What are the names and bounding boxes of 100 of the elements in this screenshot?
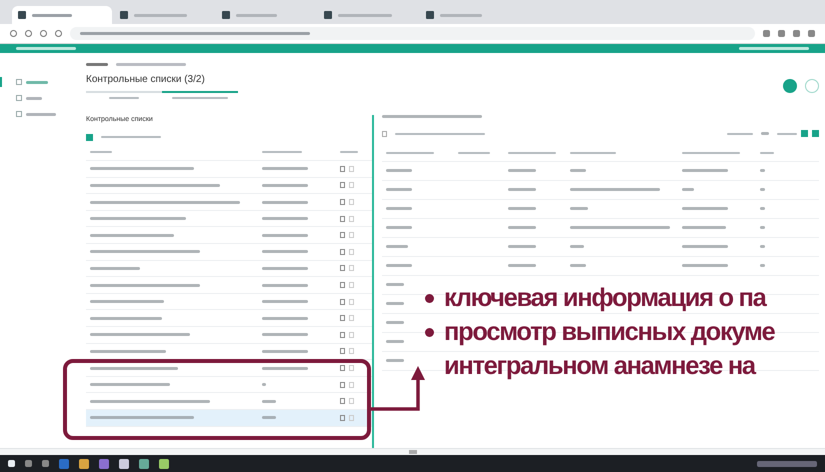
edit-icon[interactable] [349,199,354,206]
copy-icon[interactable] [340,365,345,372]
blurred-text [458,152,490,154]
copy-icon[interactable] [340,216,345,222]
copy-icon[interactable] [340,248,345,255]
page-icon [18,11,26,19]
blurred-text [386,188,412,192]
browser-tab[interactable] [12,6,112,24]
copy-icon[interactable] [340,232,345,238]
blurred-text [760,264,765,268]
edit-icon[interactable] [349,348,354,354]
blurred-text [682,264,728,268]
blurred-text [760,226,765,230]
blurred-text [386,207,412,210]
blurred-text [682,169,728,172]
status-dot-icon [783,79,797,93]
blurred-text [262,366,308,370]
blurred-text [508,226,536,230]
extension-icon[interactable] [763,30,770,37]
edit-icon[interactable] [349,265,354,272]
copy-icon[interactable] [340,298,345,305]
copy-icon[interactable] [340,199,345,206]
blurred-text [508,264,536,268]
edit-icon[interactable] [349,365,354,372]
blurred-text [262,184,308,187]
blurred-text [682,188,694,192]
info-icon[interactable] [805,79,819,93]
extension-icon[interactable] [778,30,785,37]
edit-icon[interactable] [349,315,354,322]
home-icon[interactable] [55,30,62,37]
bullet-icon [425,294,434,303]
tray-icons[interactable] [757,460,817,466]
blurred-text [386,302,404,306]
blurred-text [508,152,556,154]
copy-icon[interactable] [340,265,345,272]
blurred-text [262,200,308,204]
edit-icon[interactable] [349,382,354,388]
blurred-text [386,169,412,172]
blurred-text [262,217,308,220]
blurred-text [508,245,536,248]
blurred-text [386,283,404,286]
edit-icon[interactable] [349,282,354,288]
copy-icon[interactable] [340,315,345,322]
pointer-arrow [371,366,425,411]
blurred-text [508,169,536,172]
copy-icon[interactable] [340,182,345,188]
copy-icon[interactable] [340,332,345,338]
edit-icon[interactable] [349,248,354,255]
profile-icon[interactable] [793,30,800,37]
blurred-text [262,350,308,353]
blurred-text [262,383,266,386]
blurred-text [570,169,586,172]
copy-icon[interactable] [340,382,345,388]
page-icon [426,11,434,19]
copy-icon[interactable] [340,282,345,288]
blurred-text [386,340,404,344]
blurred-text [570,152,616,154]
edit-icon[interactable] [349,332,354,338]
blurred-text [386,245,408,248]
blurred-text [386,226,412,230]
edit-icon[interactable] [349,182,354,188]
blurred-text [682,245,728,248]
page-icon [324,11,332,19]
blurred-text [761,132,769,135]
reload-icon[interactable] [40,30,47,37]
page-title: Контрольные списки (3/2) [86,73,206,87]
blurred-text [386,152,434,154]
copy-icon[interactable] [340,398,345,404]
blurred-text [262,151,302,154]
blurred-text [760,169,765,172]
blurred-text [386,321,404,324]
copy-icon[interactable] [340,414,345,421]
back-icon[interactable] [10,30,17,37]
address-field[interactable] [70,27,755,40]
menu-icon[interactable] [808,30,815,37]
forward-icon[interactable] [25,30,32,37]
blurred-text [570,264,586,268]
blurred-text [508,207,536,210]
add-icon[interactable] [86,134,93,140]
blurred-text [262,167,308,170]
edit-icon[interactable] [349,232,354,238]
copy-icon[interactable] [340,166,345,172]
blurred-text [760,207,765,210]
blurred-text [262,300,308,304]
blurred-text [682,207,728,210]
edit-icon[interactable] [349,398,354,404]
edit-icon[interactable] [349,216,354,222]
edit-icon[interactable] [349,166,354,172]
copy-icon[interactable] [340,348,345,354]
filter-icon[interactable] [382,130,387,136]
blurred-text [262,266,308,270]
edit-icon[interactable] [349,414,354,421]
start-icon[interactable] [8,460,15,467]
blurred-text [262,416,276,420]
blurred-text [86,63,108,66]
edit-icon[interactable] [349,298,354,305]
search-icon[interactable] [25,460,32,467]
blurred-text [760,188,765,192]
blurred-text [262,316,308,320]
scroll-bar[interactable] [0,448,825,455]
